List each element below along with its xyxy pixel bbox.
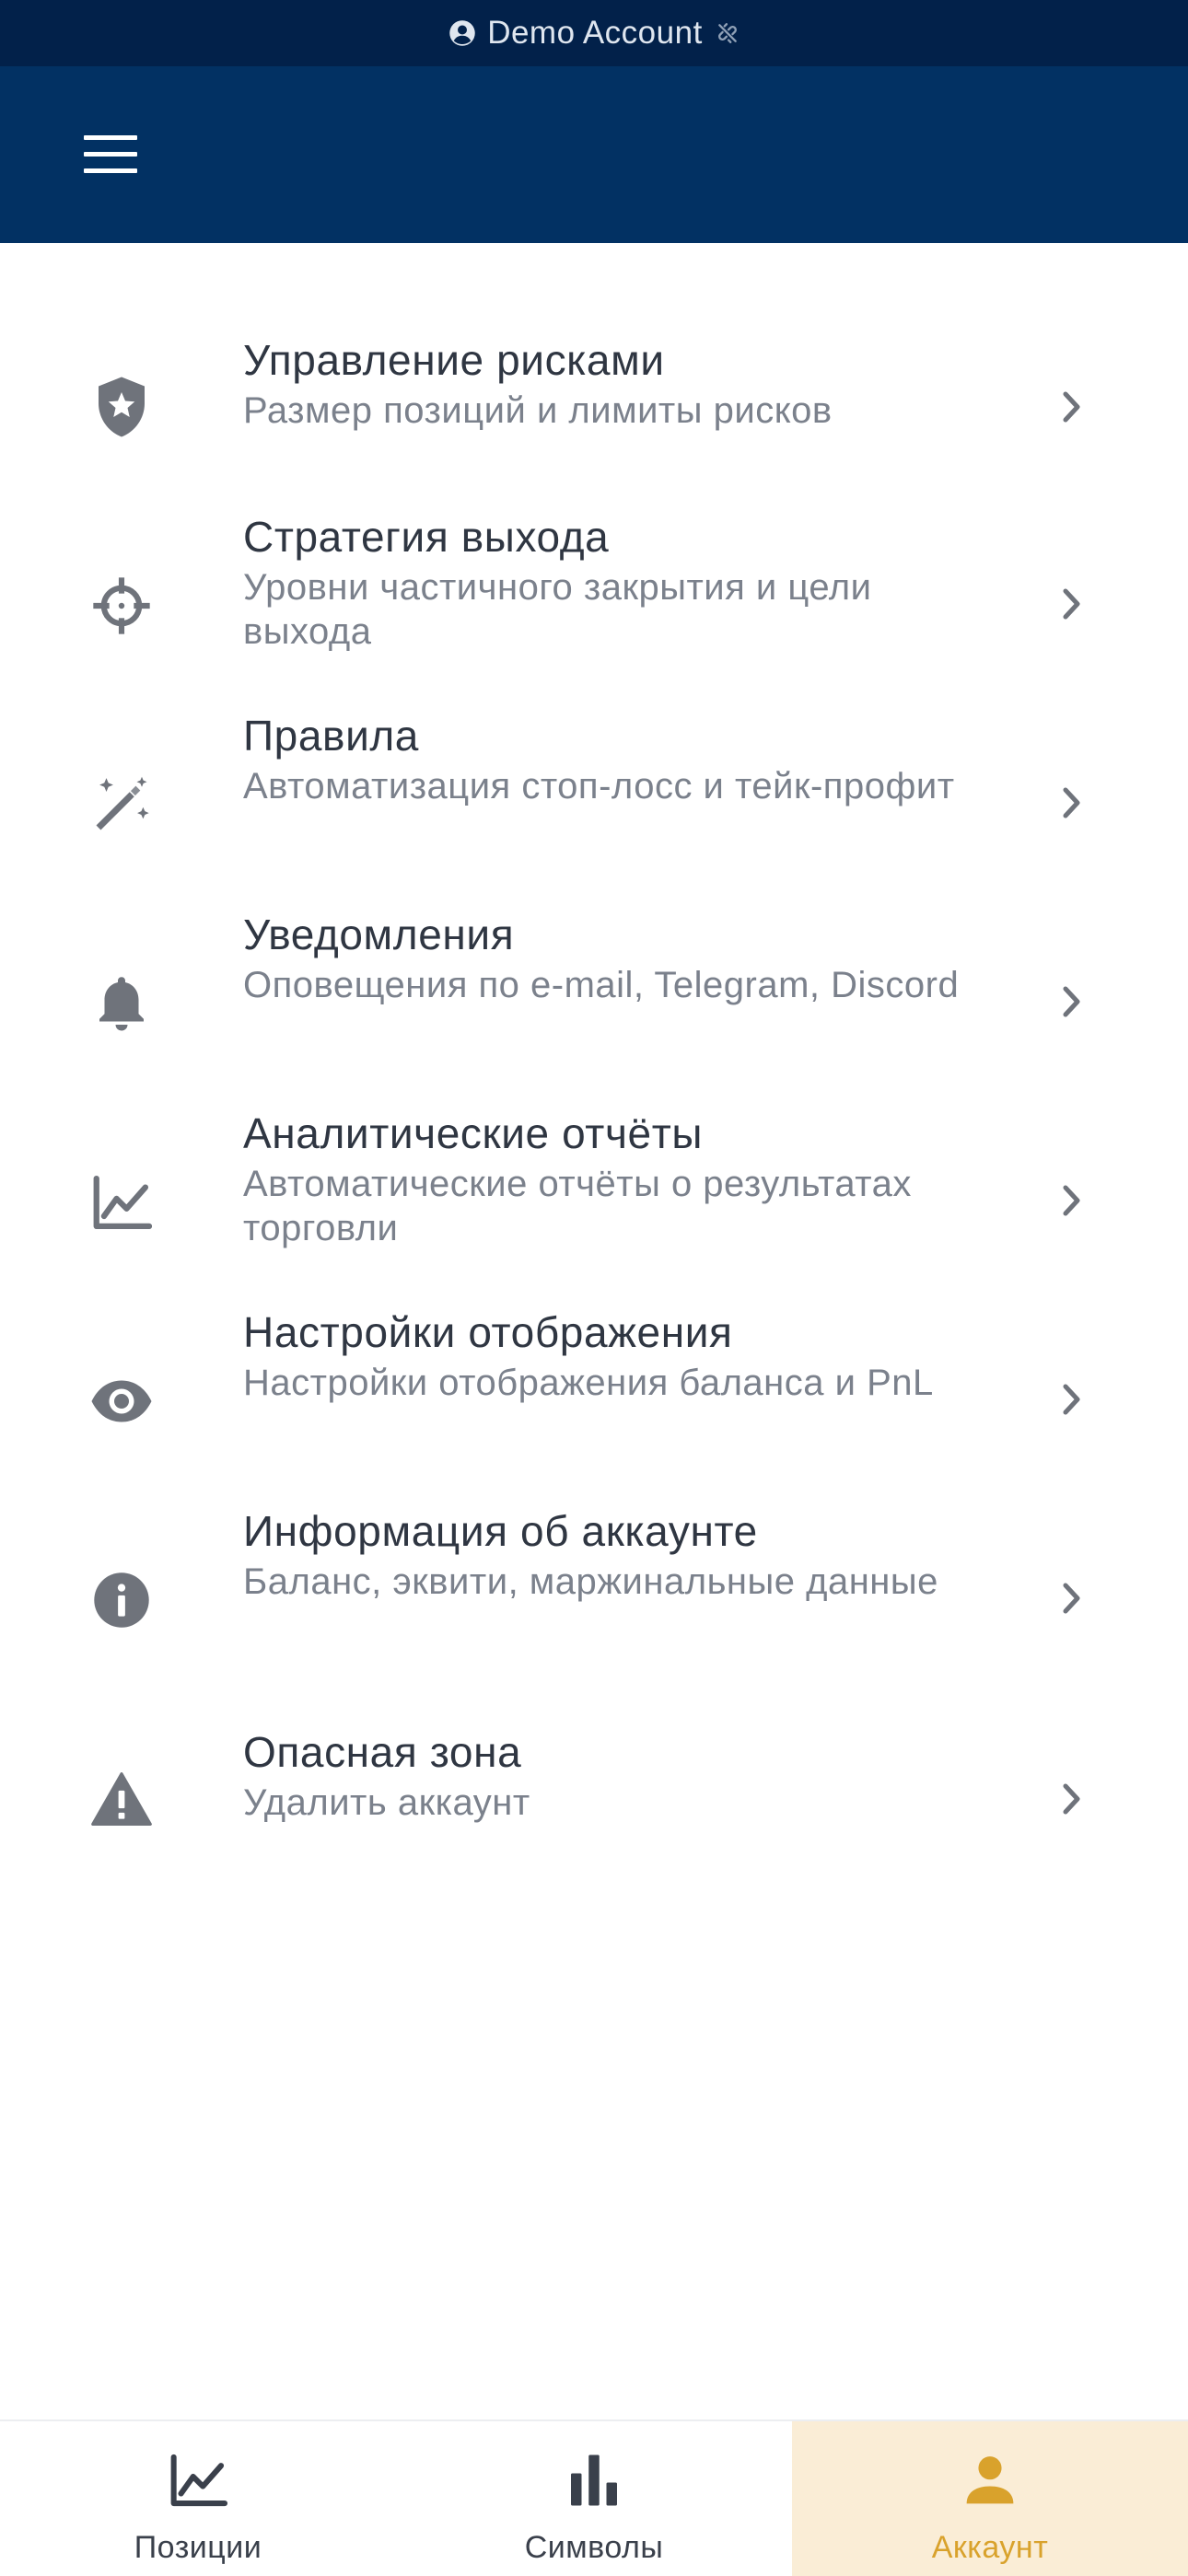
chevron-right-icon [1054, 1571, 1090, 1626]
menu-item-subtitle: Оповещения по e-mail, Telegram, Discord [243, 965, 960, 1005]
chevron-right-icon [1054, 1372, 1090, 1427]
crosshair-icon [85, 569, 158, 643]
nav-tab-label: Аккаунт [931, 2530, 1049, 2565]
chevron-right-icon [1054, 576, 1090, 632]
menu-button[interactable] [74, 118, 147, 191]
menu-item-title: Опасная зона [243, 1728, 522, 1776]
nav-tab-account[interactable]: Аккаунт [792, 2421, 1188, 2576]
magic-wand-icon [85, 768, 158, 841]
menu-item-rules[interactable]: Правила Автоматизация стоп-лосс и тейк-п… [0, 709, 1188, 875]
nav-tab-label: Позиции [134, 2530, 262, 2565]
shield-star-icon [85, 370, 158, 444]
eye-icon [85, 1364, 158, 1438]
bell-icon [85, 967, 158, 1040]
menu-item-display-settings[interactable]: Настройки отображения Настройки отображе… [0, 1305, 1188, 1471]
chevron-right-icon [1054, 1771, 1090, 1827]
menu-item-subtitle: Автоматизация стоп-лосс и тейк-профит [243, 766, 955, 806]
account-circle-icon [448, 19, 476, 47]
menu-item-subtitle: Размер позиций и лимиты рисков [243, 390, 833, 431]
chart-line-icon [85, 1166, 158, 1239]
menu-item-account-info[interactable]: Информация об аккаунте Баланс, эквити, м… [0, 1504, 1188, 1670]
chevron-right-icon [1054, 974, 1090, 1029]
person-icon [953, 2443, 1027, 2517]
nav-tab-positions[interactable]: Позиции [0, 2421, 396, 2576]
nav-tab-label: Символы [524, 2530, 664, 2565]
menu-item-title: Уведомления [243, 911, 515, 958]
menu-item-risk-management[interactable]: Управление рисками Размер позиций и лими… [0, 333, 1188, 481]
menu-item-danger-zone[interactable]: Опасная зона Удалить аккаунт [0, 1725, 1188, 1873]
app-header [0, 66, 1188, 243]
bottom-navigation: Позиции Символы Аккаунт [0, 2419, 1188, 2576]
menu-item-analytics-reports[interactable]: Аналитические отчёты Автоматические отчё… [0, 1107, 1188, 1272]
account-mode-label: Demo Account [487, 15, 703, 51]
chevron-right-icon [1054, 1173, 1090, 1228]
menu-item-subtitle: Баланс, эквити, маржинальные данные [243, 1561, 938, 1602]
chevron-right-icon [1054, 379, 1090, 435]
menu-item-title: Стратегия выхода [243, 513, 610, 561]
menu-item-subtitle: Настройки отображения баланса и PnL [243, 1363, 934, 1403]
link-off-icon [716, 21, 740, 45]
bar-chart-icon [557, 2443, 631, 2517]
menu-item-title: Настройки отображения [243, 1308, 733, 1356]
info-icon [85, 1563, 158, 1637]
menu-item-title: Информация об аккаунте [243, 1507, 758, 1555]
menu-item-title: Правила [243, 712, 419, 760]
menu-item-exit-strategy[interactable]: Стратегия выхода Уровни частичного закры… [0, 510, 1188, 676]
nav-tab-symbols[interactable]: Символы [396, 2421, 792, 2576]
chart-line-icon [161, 2443, 235, 2517]
menu-item-subtitle: Уровни частичного закрытия и цели выхода [243, 567, 872, 652]
menu-item-subtitle: Автоматические отчёты о результатах торг… [243, 1164, 912, 1248]
menu-item-subtitle: Удалить аккаунт [243, 1782, 530, 1823]
menu-item-title: Аналитические отчёты [243, 1109, 704, 1157]
demo-account-bar: Demo Account [0, 0, 1188, 66]
warning-icon [85, 1762, 158, 1836]
menu-item-notifications[interactable]: Уведомления Оповещения по e-mail, Telegr… [0, 908, 1188, 1073]
chevron-right-icon [1054, 775, 1090, 830]
hamburger-menu-icon [84, 135, 137, 173]
menu-item-title: Управление рисками [243, 336, 665, 384]
